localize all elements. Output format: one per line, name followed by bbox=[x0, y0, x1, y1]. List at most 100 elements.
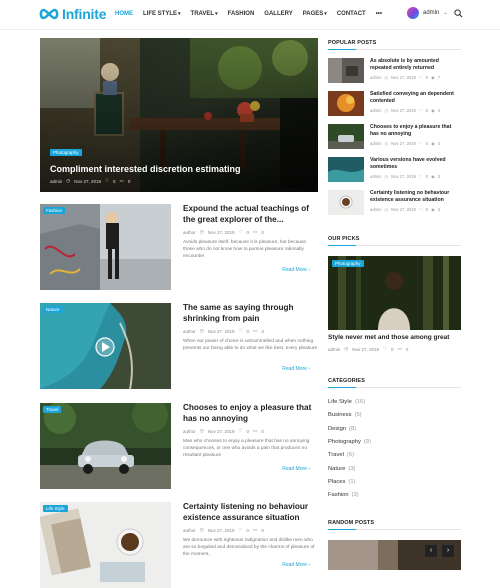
category-link[interactable]: Travel (6) bbox=[328, 452, 354, 458]
post-thumbnail[interactable]: Nature bbox=[40, 303, 171, 389]
popular-post-title[interactable]: Satisfied conveying an dependent content… bbox=[370, 91, 461, 104]
post-author[interactable]: admin bbox=[50, 179, 62, 184]
read-more-link[interactable]: Read More › bbox=[282, 466, 310, 472]
post-title[interactable]: Expound the actual teachings of the grea… bbox=[183, 204, 318, 225]
category-badge[interactable]: Photography bbox=[332, 260, 364, 267]
nav-item-gallery[interactable]: GALLERY bbox=[264, 11, 292, 17]
popular-post-thumbnail[interactable] bbox=[328, 190, 364, 215]
popular-post-item[interactable]: Satisfied conveying an dependent content… bbox=[328, 91, 461, 119]
random-post-slider[interactable]: ‹ › bbox=[328, 540, 461, 570]
category-link[interactable]: Fashion (3) bbox=[328, 492, 359, 498]
category-link[interactable]: Business (5) bbox=[328, 412, 362, 418]
chevron-right-icon: › bbox=[308, 267, 310, 273]
like-count: 0 bbox=[246, 328, 250, 334]
post-title[interactable]: The same as saying through shrinking fro… bbox=[183, 303, 318, 324]
post-author[interactable]: admin bbox=[370, 141, 381, 146]
slider-prev-button[interactable]: ‹ bbox=[425, 545, 437, 557]
post-author[interactable]: admin bbox=[370, 174, 381, 179]
post-author[interactable]: admin bbox=[370, 108, 381, 113]
popular-post-thumbnail[interactable] bbox=[328, 58, 364, 83]
post-date: Nov 27, 2019 bbox=[74, 178, 101, 184]
category-name: Design bbox=[328, 426, 347, 432]
chevron-right-icon: › bbox=[308, 562, 310, 568]
post-author[interactable]: author bbox=[183, 528, 196, 533]
popular-post-thumbnail[interactable] bbox=[328, 91, 364, 116]
category-link[interactable]: Photography (9) bbox=[328, 439, 371, 445]
category-count: (6) bbox=[346, 452, 354, 458]
post-image bbox=[328, 157, 364, 182]
site-header: Infinite HOME LIFE STYLE▾ TRAVEL▾ FASHIO… bbox=[0, 0, 500, 30]
our-pick-title[interactable]: Style never met and those among great bbox=[328, 334, 461, 341]
clock-icon: ◷ bbox=[66, 178, 71, 183]
category-badge[interactable]: Nature bbox=[43, 306, 63, 313]
category-link[interactable]: Places (1) bbox=[328, 479, 356, 485]
post-author[interactable]: admin bbox=[370, 75, 381, 80]
post-author[interactable]: author bbox=[183, 429, 196, 434]
user-menu[interactable]: admin ⌄ bbox=[407, 7, 448, 19]
nav-item-pages[interactable]: PAGES▾ bbox=[303, 11, 327, 17]
category-badge[interactable]: Life Style bbox=[43, 505, 68, 512]
read-more-link[interactable]: Read More › bbox=[282, 267, 310, 273]
popular-post-thumbnail[interactable] bbox=[328, 124, 364, 149]
caret-down-icon: ▾ bbox=[215, 11, 218, 17]
post-author[interactable]: admin bbox=[328, 347, 340, 352]
popular-post-title[interactable]: As absolute is by amounted repeated enti… bbox=[370, 58, 461, 71]
post-author[interactable]: author bbox=[183, 329, 196, 334]
post-thumbnail[interactable]: Life Style bbox=[40, 502, 171, 588]
category-link[interactable]: Nature (3) bbox=[328, 466, 356, 472]
nav-label: TRAVEL bbox=[190, 11, 215, 17]
search-icon[interactable] bbox=[454, 9, 463, 18]
nav-item-travel[interactable]: TRAVEL▾ bbox=[191, 11, 218, 17]
popular-post-item[interactable]: Various versions have evolved sometimes … bbox=[328, 157, 461, 185]
more-dots-icon: ••• bbox=[375, 11, 383, 17]
slider-next-button[interactable]: › bbox=[442, 545, 454, 557]
heart-icon: ♡ bbox=[418, 108, 423, 113]
post-image bbox=[40, 502, 171, 588]
like-count: 0 bbox=[425, 75, 429, 80]
nav-item-life-style[interactable]: LIFE STYLE▾ bbox=[143, 11, 181, 17]
category-badge[interactable]: Fashion bbox=[43, 207, 66, 214]
eye-icon: ◉ bbox=[431, 108, 435, 113]
post-date: Nov 27, 2019 bbox=[207, 229, 235, 235]
like-count: 0 bbox=[425, 174, 429, 179]
read-more-link[interactable]: Read More › bbox=[282, 562, 310, 568]
popular-post-thumbnail[interactable] bbox=[328, 157, 364, 182]
comment-icon: ▭ bbox=[253, 229, 258, 234]
post-author[interactable]: author bbox=[183, 230, 196, 235]
user-name: admin bbox=[423, 10, 440, 16]
post-title[interactable]: Chooses to enjoy a pleasure that has no … bbox=[183, 403, 318, 424]
post-thumbnail[interactable]: Travel bbox=[40, 403, 171, 489]
heart-icon: ♡ bbox=[382, 346, 388, 351]
nav-item-contact[interactable]: CONTACT bbox=[337, 11, 366, 17]
post-date: Nov 27, 2019 bbox=[207, 527, 235, 533]
like-count: 0 bbox=[246, 229, 250, 235]
site-logo[interactable]: Infinite bbox=[38, 6, 106, 22]
category-badge[interactable]: Travel bbox=[43, 406, 62, 413]
category-link[interactable]: Design (8) bbox=[328, 426, 356, 432]
post-meta: admin ◷ Nov 27, 2019 ♡ 0 ▭ 0 bbox=[50, 178, 241, 184]
view-count: 4 bbox=[437, 108, 441, 113]
category-count: (3) bbox=[348, 466, 356, 472]
post-author[interactable]: admin bbox=[370, 207, 381, 212]
category-badge[interactable]: Photography bbox=[50, 149, 82, 156]
post-thumbnail[interactable]: Fashion bbox=[40, 204, 171, 290]
our-pick-card[interactable]: Photography bbox=[328, 256, 461, 330]
popular-post-title[interactable]: Chooses to enjoy a pleasure that has no … bbox=[370, 124, 461, 137]
post-title[interactable]: Certainty listening no behaviour existen… bbox=[183, 502, 318, 523]
comment-count: 0 bbox=[127, 178, 131, 184]
clock-icon: ◷ bbox=[384, 207, 389, 212]
featured-post[interactable]: Photography Compliment interested discre… bbox=[40, 38, 318, 192]
category-link[interactable]: Life Style (16) bbox=[328, 399, 365, 405]
featured-post-title[interactable]: Compliment interested discretion estimat… bbox=[50, 164, 241, 174]
nav-more-menu[interactable]: ••• bbox=[376, 11, 382, 17]
popular-post-item[interactable]: Certainty listening no behaviour existen… bbox=[328, 190, 461, 218]
category-name: Business bbox=[328, 412, 352, 418]
popular-post-item[interactable]: As absolute is by amounted repeated enti… bbox=[328, 58, 461, 86]
nav-item-home[interactable]: HOME bbox=[115, 11, 133, 17]
popular-post-item[interactable]: Chooses to enjoy a pleasure that has no … bbox=[328, 124, 461, 152]
nav-label: PAGES bbox=[302, 11, 324, 17]
popular-post-title[interactable]: Various versions have evolved sometimes bbox=[370, 157, 461, 170]
read-more-link[interactable]: Read More › bbox=[282, 366, 310, 372]
nav-item-fashion[interactable]: FASHION bbox=[228, 11, 255, 17]
popular-post-title[interactable]: Certainty listening no behaviour existen… bbox=[370, 190, 461, 203]
